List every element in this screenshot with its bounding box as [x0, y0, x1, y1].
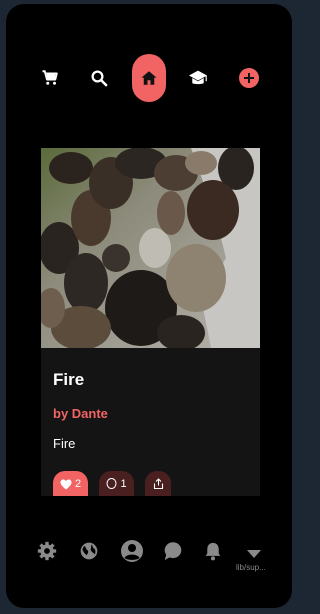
home-icon — [141, 71, 157, 85]
search-icon — [91, 70, 108, 87]
courses-button[interactable] — [180, 54, 216, 102]
cart-button[interactable] — [32, 54, 68, 102]
profile-button[interactable] — [119, 536, 145, 566]
post-card[interactable]: Fire by Dante Fire 2 1 — [41, 148, 260, 496]
cart-icon — [42, 70, 58, 85]
heart-icon — [60, 479, 72, 489]
like-button[interactable]: 2 — [53, 471, 88, 496]
comment-button[interactable]: 1 — [99, 471, 134, 496]
search-button[interactable] — [81, 54, 117, 102]
share-button[interactable] — [145, 471, 171, 496]
post-author[interactable]: by Dante — [53, 406, 108, 421]
home-active-indicator — [132, 54, 166, 102]
settings-icon — [37, 541, 57, 561]
chat-icon — [164, 542, 182, 561]
more-menu-label: lib/sup... — [236, 563, 266, 572]
like-count: 2 — [74, 478, 82, 490]
comment-count: 1 — [120, 478, 127, 490]
app-screen: Fire by Dante Fire 2 1 lib/sup... — [6, 4, 292, 608]
notifications-button[interactable] — [203, 536, 223, 566]
globe-icon — [80, 542, 98, 560]
more-menu[interactable]: lib/sup... — [236, 532, 292, 576]
top-nav — [6, 54, 292, 102]
bottom-nav: lib/sup... — [6, 532, 292, 572]
post-title: Fire — [53, 370, 85, 389]
add-icon — [239, 68, 259, 88]
chat-button[interactable] — [162, 536, 184, 566]
chevron-down-icon — [247, 550, 261, 558]
comment-icon — [106, 478, 117, 489]
add-button[interactable] — [231, 54, 267, 102]
share-icon — [153, 478, 163, 490]
profile-icon — [121, 540, 143, 562]
post-description: Fire — [53, 436, 76, 451]
graduation-cap-icon — [189, 70, 207, 85]
home-button[interactable] — [132, 54, 166, 102]
post-image — [41, 148, 260, 348]
bell-icon — [205, 542, 221, 561]
settings-button[interactable] — [36, 536, 58, 566]
explore-button[interactable] — [78, 536, 100, 566]
